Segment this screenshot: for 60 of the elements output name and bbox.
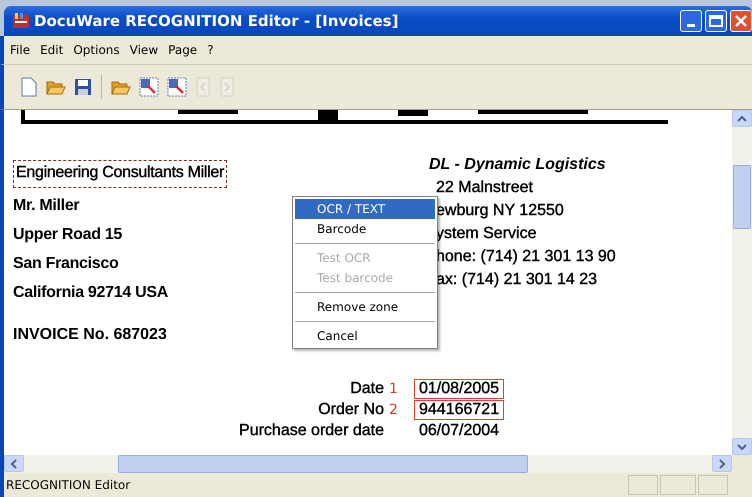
scroll-right-button[interactable] bbox=[712, 455, 732, 472]
context-menu-item[interactable]: OCR / TEXT bbox=[295, 199, 435, 219]
status-pane bbox=[628, 475, 658, 495]
context-menu-item[interactable]: Cancel bbox=[295, 326, 435, 346]
invoice-number: INVOICE No. 687023 bbox=[13, 326, 167, 344]
page-forward-icon bbox=[219, 77, 235, 97]
zone-number: 2 bbox=[388, 402, 399, 418]
field-label: Date bbox=[349, 380, 384, 398]
menu-item[interactable]: Page bbox=[168, 43, 198, 57]
close-button[interactable] bbox=[730, 10, 752, 32]
scroll-thumb[interactable] bbox=[733, 165, 751, 229]
maximize-icon bbox=[709, 15, 723, 27]
zone-tool-button[interactable] bbox=[137, 75, 161, 99]
minimize-icon bbox=[687, 24, 695, 26]
scroll-thumb[interactable] bbox=[118, 455, 528, 473]
scroll-down-button[interactable] bbox=[732, 438, 752, 455]
status-pane bbox=[660, 475, 696, 495]
company-address-line: ystem Service bbox=[435, 224, 538, 244]
menu-item[interactable]: View bbox=[130, 43, 158, 57]
recognition-zone[interactable]: 944166721 bbox=[414, 400, 504, 420]
maximize-button[interactable] bbox=[705, 10, 727, 32]
window-title: DocuWare RECOGNITION Editor - [Invoices] bbox=[34, 12, 398, 30]
zone-number: 1 bbox=[388, 381, 399, 397]
zone-select-icon bbox=[139, 77, 159, 97]
recognition-zone[interactable]: 01/08/2005 bbox=[414, 379, 504, 399]
field-label: Purchase order date bbox=[238, 422, 384, 440]
zone-select-icon bbox=[167, 77, 187, 97]
chevron-right-icon bbox=[718, 458, 726, 468]
address-line: Upper Road 15 bbox=[13, 225, 122, 245]
chevron-down-icon bbox=[737, 442, 747, 450]
menu-item[interactable]: File bbox=[10, 43, 30, 57]
context-menu-item[interactable]: Remove zone bbox=[295, 297, 435, 317]
status-text: RECOGNITION Editor bbox=[5, 478, 130, 492]
horizontal-scrollbar[interactable] bbox=[4, 455, 732, 473]
selected-zone[interactable]: Engineering Consultants Miller bbox=[13, 160, 228, 188]
blank-page-icon bbox=[20, 77, 38, 97]
status-pane bbox=[698, 475, 728, 495]
save-button[interactable] bbox=[72, 76, 94, 98]
menu-item[interactable]: ? bbox=[207, 43, 214, 57]
field-label: Order No bbox=[317, 401, 384, 419]
menu-item[interactable]: Options bbox=[73, 43, 120, 57]
address-line: San Francisco bbox=[13, 254, 118, 274]
menu-item[interactable]: Edit bbox=[40, 43, 64, 57]
chevron-up-icon bbox=[737, 114, 747, 122]
scroll-up-button[interactable] bbox=[732, 110, 752, 127]
app-icon bbox=[12, 12, 30, 30]
minimize-button[interactable] bbox=[680, 10, 702, 32]
zone-tool-button[interactable] bbox=[165, 75, 189, 99]
field-value: 06/07/2004 bbox=[418, 421, 500, 441]
vertical-scrollbar[interactable] bbox=[732, 110, 752, 455]
company-name: DL - Dynamic Logistics bbox=[429, 155, 607, 175]
context-menu-item[interactable]: Barcode bbox=[295, 219, 435, 239]
company-address-line: 22 Malnstreet bbox=[435, 178, 534, 198]
page-back-icon bbox=[195, 77, 211, 97]
chevron-left-icon bbox=[10, 458, 18, 468]
company-address-line: ewburg NY 12550 bbox=[435, 201, 565, 221]
address-line: California 92714 USA bbox=[13, 283, 168, 303]
address-line: Mr. Miller bbox=[13, 196, 80, 216]
scroll-left-button[interactable] bbox=[4, 455, 24, 472]
close-icon bbox=[734, 14, 748, 28]
